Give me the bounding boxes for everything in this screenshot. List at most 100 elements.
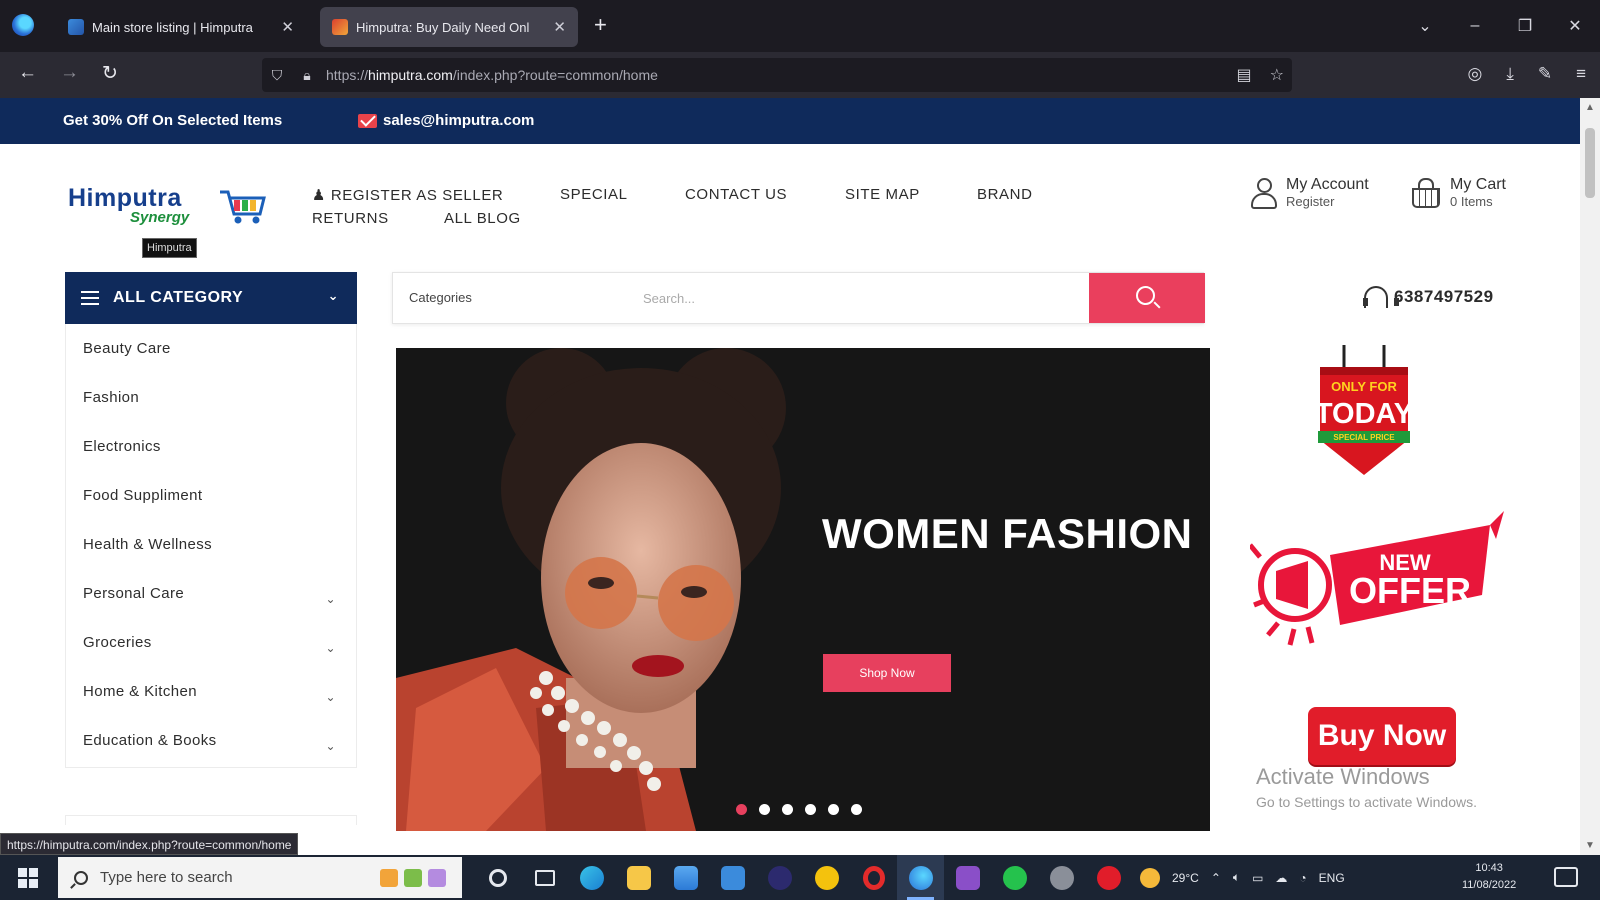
browser-tab-strip: Main store listing | Himputra ✕ Himputra… [0, 0, 1600, 52]
reader-view-icon[interactable]: ▤ [1237, 65, 1252, 85]
scroll-up-icon[interactable]: ▲ [1585, 102, 1595, 113]
category-item[interactable]: Fashion [66, 373, 356, 422]
only-for-today-badge[interactable]: ONLY FOR TODAY SPECIAL PRICE [1314, 345, 1414, 485]
language-text[interactable]: ENG [1319, 871, 1345, 885]
browser-tab[interactable]: Main store listing | Himputra ✕ [56, 7, 306, 47]
store-icon[interactable] [662, 855, 709, 900]
chevron-down-icon[interactable]: ⌄ [326, 722, 336, 771]
quick-heal-icon[interactable] [1085, 855, 1132, 900]
menu-icon[interactable]: ≡ [1576, 64, 1586, 84]
slider-dot[interactable] [782, 804, 793, 815]
my-account[interactable]: My Account Register [1250, 176, 1369, 210]
reload-icon[interactable]: ↻ [102, 62, 118, 85]
category-list-footer [65, 815, 357, 825]
category-item[interactable]: Home & Kitchen ⌄ [66, 667, 356, 716]
new-offer-badge[interactable]: NEW OFFER [1250, 505, 1510, 655]
category-item[interactable]: Groceries ⌄ [66, 618, 356, 667]
category-label: Education & Books [83, 732, 217, 749]
taskbar-clock[interactable]: 10:43 11/08/2022 [1462, 860, 1516, 894]
chevron-down-icon[interactable]: ⌄ [326, 673, 336, 722]
shop-now-button[interactable]: Shop Now [823, 654, 951, 692]
visual-studio-icon[interactable] [944, 855, 991, 900]
forward-icon[interactable]: → [60, 62, 79, 84]
file-explorer-icon[interactable] [615, 855, 662, 900]
mail-app-icon[interactable] [709, 855, 756, 900]
pocket-icon[interactable]: ◎ [1467, 64, 1482, 84]
opera-icon[interactable] [850, 855, 897, 900]
lock-icon[interactable]: 🔒︎ [292, 67, 322, 84]
all-category-toggle[interactable]: ALL CATEGORY ⌄ [65, 272, 357, 324]
browser-tab-active[interactable]: Himputra: Buy Daily Need Onl ✕ [320, 7, 578, 47]
search-highlight-icon [380, 868, 398, 887]
nav-all-blog[interactable]: ALL BLOG [444, 210, 521, 227]
nav-register-seller[interactable]: ♟ REGISTER AS SELLER [312, 186, 503, 204]
search-input[interactable] [643, 283, 1073, 313]
search-button[interactable] [1089, 273, 1205, 323]
category-item[interactable]: Health & Wellness [66, 520, 356, 569]
my-cart[interactable]: My Cart 0 Items [1410, 176, 1506, 209]
category-item[interactable]: Personal Care ⌄ [66, 569, 356, 618]
chevron-down-icon[interactable]: ⌄ [326, 624, 336, 673]
nav-returns[interactable]: RETURNS [312, 210, 389, 227]
weather-icon[interactable] [1140, 867, 1160, 888]
game-icon[interactable] [1038, 855, 1085, 900]
slider-dot[interactable] [851, 804, 862, 815]
taskbar-search-input[interactable] [100, 869, 340, 886]
page-scrollbar[interactable]: ▲ ▼ [1580, 98, 1600, 855]
account-label: My Account [1286, 176, 1369, 193]
firefox-taskbar-icon[interactable] [897, 855, 944, 900]
whatsapp-icon[interactable] [991, 855, 1038, 900]
email-link[interactable]: sales@himputra.com [358, 112, 534, 129]
address-bar[interactable]: ⛉ 🔒︎ https://himputra.com/index.php?rout… [262, 58, 1292, 92]
search-bar: Categories [392, 272, 1205, 324]
extensions-icon[interactable]: ✎ [1538, 64, 1552, 84]
windows-start-icon[interactable] [18, 868, 38, 888]
close-tab-icon[interactable]: ✕ [281, 18, 294, 36]
temperature-text[interactable]: 29°C [1172, 871, 1199, 885]
onedrive-icon[interactable]: ☁ [1275, 871, 1287, 885]
close-window-icon[interactable]: ✕ [1550, 16, 1600, 36]
slider-dot[interactable] [759, 804, 770, 815]
register-link[interactable]: Register [1286, 194, 1369, 209]
network-icon[interactable]: ◔ [1299, 871, 1306, 885]
category-item[interactable]: Food Suppliment [66, 471, 356, 520]
site-logo[interactable]: Himputra Synergy [68, 184, 189, 226]
new-tab-icon[interactable]: + [594, 14, 607, 36]
nav-brand[interactable]: BRAND [977, 186, 1033, 203]
scroll-thumb[interactable] [1585, 128, 1595, 198]
nav-special[interactable]: SPECIAL [560, 186, 628, 203]
category-select[interactable]: Categories [409, 290, 472, 305]
edge-icon[interactable] [568, 855, 615, 900]
scroll-down-icon[interactable]: ▼ [1585, 840, 1595, 851]
bookmark-star-icon[interactable]: ☆ [1270, 65, 1284, 85]
minimize-icon[interactable]: – [1450, 17, 1500, 35]
category-item[interactable]: Education & Books ⌄ [66, 716, 356, 765]
eclipse-icon[interactable] [756, 855, 803, 900]
norton-icon[interactable] [803, 855, 850, 900]
volume-icon[interactable]: 🔈︎ [1233, 870, 1240, 885]
downloads-icon[interactable]: ⤓ [1506, 64, 1514, 84]
notification-icon[interactable] [1554, 867, 1578, 887]
battery-icon[interactable]: ▭ [1252, 871, 1263, 885]
category-item[interactable]: Electronics [66, 422, 356, 471]
url-text[interactable]: https://himputra.com/index.php?route=com… [326, 67, 658, 83]
restore-icon[interactable]: ❐ [1500, 16, 1550, 36]
list-all-tabs-icon[interactable]: ⌄ [1400, 16, 1450, 36]
nav-contact-us[interactable]: CONTACT US [685, 186, 787, 203]
tray-chevron-icon[interactable]: ⌃ [1211, 871, 1221, 885]
nav-site-map[interactable]: SITE MAP [845, 186, 920, 203]
cortana-icon[interactable] [474, 855, 521, 900]
task-view-icon[interactable] [521, 855, 568, 900]
tracking-shield-icon[interactable]: ⛉ [262, 67, 292, 84]
slider-dot[interactable] [736, 804, 747, 815]
category-item[interactable]: Beauty Care [66, 324, 356, 373]
firefox-icon[interactable] [12, 14, 34, 36]
back-icon[interactable]: ← [18, 62, 37, 84]
taskbar-search[interactable] [58, 857, 462, 898]
slider-dot[interactable] [828, 804, 839, 815]
buy-now-button[interactable]: Buy Now [1308, 707, 1456, 765]
chevron-down-icon[interactable]: ⌄ [326, 575, 336, 624]
slider-dot[interactable] [805, 804, 816, 815]
close-tab-icon[interactable]: ✕ [553, 18, 566, 36]
promo-text: Get 30% Off On Selected Items [63, 112, 283, 129]
